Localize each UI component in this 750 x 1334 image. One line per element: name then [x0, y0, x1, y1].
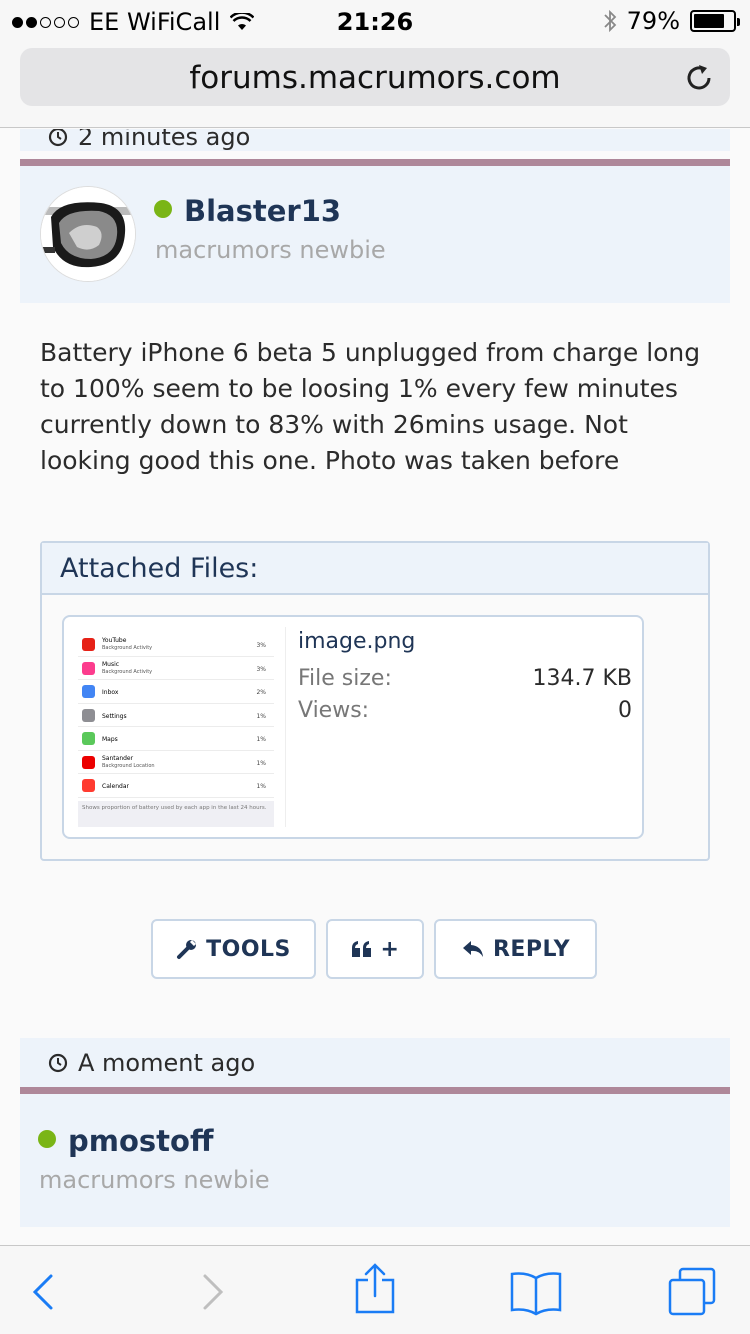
bookmarks-icon[interactable] [508, 1268, 564, 1316]
post-meta: 2 minutes ago [20, 129, 730, 151]
post-author: Blaster13 macrumors newbie [20, 166, 730, 303]
thumbnail-row: Settings 1% [78, 704, 274, 727]
multiquote-label: + [380, 936, 400, 962]
attached-files: Attached Files: YouTube Background Activi… [40, 541, 710, 861]
post-author: pmostoff macrumors newbie [20, 1094, 730, 1227]
clock-icon [48, 1053, 68, 1073]
attachment-info: image.png File size: 134.7 KB Views: 0 [298, 629, 632, 726]
forward-icon[interactable] [188, 1268, 236, 1316]
tools-label: TOOLS [206, 936, 291, 962]
app-name: Inbox [102, 689, 119, 696]
app-icon [82, 685, 95, 698]
app-name: Music [102, 660, 120, 668]
app-sub: Background Activity [102, 668, 153, 675]
post-timestamp: 2 minutes ago [78, 129, 251, 151]
app-icon [82, 732, 95, 745]
app-percent: 3% [256, 642, 266, 649]
battery-icon [690, 10, 740, 32]
views-label: Views: [298, 697, 370, 723]
back-icon[interactable] [20, 1268, 68, 1316]
attachment-size-row: File size: 134.7 KB [298, 662, 632, 694]
app-name: Settings [102, 712, 127, 720]
post-message: Battery iPhone 6 beta 5 unplugged from c… [40, 338, 701, 475]
app-percent: 3% [256, 665, 266, 673]
app-percent: 2% [256, 689, 266, 696]
app-icon [82, 779, 95, 792]
post-user-role: macrumors newbie [39, 1166, 270, 1194]
thread-content: 2 minutes ago Blaster13 macrumors newbie… [0, 129, 750, 1245]
post-user-role: macrumors newbie [155, 236, 386, 264]
wrench-icon [177, 939, 197, 959]
thumbnail-row: Calendar 1% [78, 774, 274, 798]
post-meta: A moment ago [20, 1038, 730, 1088]
app-percent: 1% [256, 783, 266, 790]
app-icon [82, 638, 95, 651]
app-sub: Background Activity [102, 645, 153, 651]
post-divider [20, 1087, 730, 1094]
quote-icon [351, 941, 371, 957]
app-percent: 1% [256, 759, 266, 767]
thumbnail-row: Maps 1% [78, 727, 274, 751]
app-sub: Background Location [102, 762, 155, 769]
post-username[interactable]: Blaster13 [184, 194, 341, 228]
attachment-item[interactable]: YouTube Background Activity 3% Music Backgro… [62, 615, 644, 839]
attachment-views-row: Views: 0 [298, 694, 632, 726]
app-name: Maps [102, 736, 118, 743]
clock-icon [48, 129, 68, 147]
app-percent: 1% [256, 712, 266, 720]
online-indicator [154, 200, 172, 218]
app-icon [82, 708, 95, 722]
attached-files-title: Attached Files: [42, 543, 708, 595]
bluetooth-icon [604, 9, 616, 33]
app-name: Calendar [102, 783, 129, 790]
address-bar[interactable]: forums.macrumors.com [20, 48, 730, 106]
file-size-value: 134.7 KB [532, 665, 633, 691]
app-percent: 1% [256, 736, 266, 743]
file-size-label: File size: [298, 665, 392, 691]
reply-label: REPLY [492, 936, 571, 962]
avatar[interactable] [40, 186, 136, 282]
app-name: Santander [102, 754, 134, 762]
reload-icon[interactable] [682, 61, 716, 95]
browser-address-area: forums.macrumors.com [0, 42, 750, 128]
multiquote-button[interactable]: + [326, 919, 424, 979]
post-actions: TOOLS + REPLY [0, 919, 750, 979]
thumbnail-row: Inbox 2% [78, 680, 274, 704]
thumbnail-row: Santander Background Location 1% [78, 751, 274, 774]
battery-percent: 79% [626, 7, 680, 35]
url-text[interactable]: forums.macrumors.com [20, 60, 730, 96]
views-value: 0 [618, 697, 632, 723]
share-icon[interactable] [351, 1262, 399, 1316]
reply-icon [462, 941, 483, 957]
post-divider [20, 159, 730, 166]
post-timestamp: A moment ago [78, 1049, 256, 1077]
post-username[interactable]: pmostoff [68, 1124, 213, 1158]
browser-toolbar [0, 1245, 750, 1334]
thumbnail-row: Music Background Activity 3% [78, 657, 274, 680]
thumbnail-footer: Shows proportion of battery used by each… [78, 801, 274, 827]
tabs-icon[interactable] [666, 1266, 718, 1318]
app-icon [82, 755, 95, 769]
reply-button[interactable]: REPLY [434, 919, 597, 979]
attachment-thumbnail[interactable]: YouTube Background Activity 3% Music Backgro… [74, 627, 286, 827]
tools-button[interactable]: TOOLS [151, 919, 316, 979]
app-name: YouTube [102, 637, 127, 644]
status-bar: EE WiFiCall 21:26 79% [0, 0, 750, 42]
app-icon [82, 661, 95, 675]
avatar-image [41, 187, 135, 281]
attachment-filename[interactable]: image.png [298, 629, 632, 654]
thumbnail-row: YouTube Background Activity 3% [78, 633, 274, 657]
online-indicator [38, 1130, 56, 1148]
